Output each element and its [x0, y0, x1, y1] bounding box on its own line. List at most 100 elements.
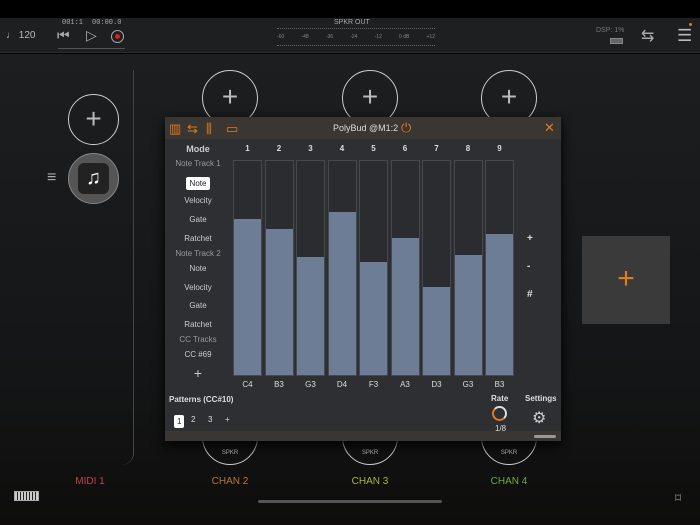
step-note: B3: [274, 380, 284, 389]
mode-item[interactable]: Velocity: [165, 283, 231, 292]
drag-handle-icon[interactable]: ≡: [47, 169, 56, 187]
meter-scale-label: -24: [350, 34, 358, 40]
add-instrument-button[interactable]: +: [68, 94, 119, 145]
step-note: G3: [462, 380, 474, 389]
bookmark-icon[interactable]: ⌑: [675, 491, 681, 505]
meter-scale-label: -36: [325, 34, 334, 40]
channel-label-chan2[interactable]: CHAN 2: [190, 476, 270, 487]
settings-gear-icon[interactable]: ⚙: [532, 408, 546, 428]
pattern-button[interactable]: 1: [174, 415, 185, 428]
step-number: 4: [339, 144, 345, 153]
mixer-icon[interactable]: ⫼: [206, 121, 212, 137]
mode-item[interactable]: Note: [186, 177, 210, 190]
routing-icon[interactable]: ⇆: [641, 26, 654, 46]
record-icon: [114, 33, 120, 39]
piano-icon[interactable]: ▥: [169, 121, 181, 137]
step-number: 2: [276, 144, 282, 153]
mode-section-header: Note Track 2: [175, 249, 221, 258]
mode-item[interactable]: CC #69: [165, 350, 231, 359]
mode-item[interactable]: Gate: [165, 215, 231, 224]
mode-section-header: CC Tracks: [179, 335, 217, 344]
rate-label: Rate: [491, 394, 509, 403]
step-number: 3: [308, 144, 313, 153]
step-note: D3: [431, 380, 442, 389]
step-slider[interactable]: [264, 160, 294, 376]
mode-item[interactable]: Ratchet: [165, 320, 231, 329]
step-number: 8: [465, 144, 471, 153]
mode-section-header: Note Track 1: [175, 159, 221, 168]
step-slider[interactable]: [453, 160, 483, 376]
meter-scale-label: -60: [277, 34, 285, 40]
step-number: 7: [434, 144, 439, 153]
plugin-header: ▥ ⇆ ⫼ ▭ PolyBud @M1:2 ⏻ ✕: [165, 117, 561, 139]
mode-heading: Mode: [186, 144, 210, 154]
step-number: 5: [371, 144, 376, 153]
step-slider[interactable]: [359, 160, 388, 376]
plugin-footer: [165, 431, 561, 441]
step-slider[interactable]: [485, 160, 514, 376]
step-slider[interactable]: [422, 160, 451, 376]
mode-item[interactable]: Velocity: [165, 196, 231, 205]
step-slider[interactable]: [390, 160, 420, 376]
step-note: C4: [242, 380, 253, 389]
pattern-button[interactable]: 3: [208, 415, 212, 424]
keyboard-icon[interactable]: [14, 491, 39, 501]
record-button[interactable]: [111, 30, 124, 43]
step-value-fill: [265, 229, 293, 375]
routing-icon[interactable]: ⇆: [187, 121, 198, 137]
step-number: 1: [245, 144, 250, 153]
mode-item[interactable]: Note: [165, 264, 231, 273]
channel-label-midi1[interactable]: MIDI 1: [50, 476, 130, 487]
step-slider[interactable]: [296, 160, 325, 376]
step-value-fill: [297, 257, 324, 375]
output-meter: -60 -48 -36 -24 -12 0 dB +12: [277, 28, 435, 46]
resize-handle[interactable]: [534, 435, 556, 438]
rewind-icon[interactable]: ⏮: [57, 27, 70, 44]
side-button[interactable]: #: [527, 289, 533, 300]
meter-scale-label: -48: [301, 34, 309, 40]
music-note-icon: ♫: [78, 163, 109, 194]
meter-scale-label: 0 dB: [399, 34, 410, 40]
step-value-fill: [328, 212, 356, 375]
step-number: 6: [402, 144, 408, 153]
step-note: D4: [336, 380, 348, 389]
pattern-button[interactable]: +: [225, 415, 230, 424]
step-value-fill: [486, 233, 513, 375]
rate-knob[interactable]: [492, 406, 507, 421]
close-icon[interactable]: ✕: [544, 120, 555, 136]
meter-scale-label: -12: [374, 34, 382, 40]
step-note: A3: [400, 380, 410, 389]
meter-scale-label: +12: [426, 34, 435, 40]
side-button[interactable]: -: [527, 261, 530, 272]
polybud-plugin-button[interactable]: ♫: [68, 153, 119, 204]
add-track-button[interactable]: +: [165, 365, 231, 381]
step-note: F3: [368, 380, 379, 389]
menu-icon[interactable]: ☰: [677, 26, 692, 46]
pattern-button[interactable]: 2: [191, 415, 195, 424]
meter-scale: -60 -48 -36 -24 -12 0 dB +12: [277, 29, 435, 40]
plugin-title: PolyBud @M1:2: [333, 123, 399, 133]
step-value-fill: [423, 287, 450, 375]
add-channel-button[interactable]: +: [582, 236, 670, 324]
notification-dot: [689, 23, 692, 26]
plugin-window: ▥ ⇆ ⫼ ▭ PolyBud @M1:2 ⏻ ✕ Mode Note Trac…: [165, 117, 561, 441]
step-slider[interactable]: [327, 160, 357, 376]
step-slider[interactable]: [233, 160, 262, 376]
tempo[interactable]: ♩ 120: [6, 30, 35, 41]
play-icon[interactable]: ▷: [86, 27, 97, 44]
meter-title: SPKR OUT: [334, 19, 370, 26]
settings-label: Settings: [525, 394, 557, 403]
power-icon[interactable]: ⏻: [401, 120, 411, 136]
folder-icon[interactable]: ▭: [226, 121, 238, 137]
horizontal-scrollbar[interactable]: [258, 500, 442, 503]
step-value-fill: [234, 218, 261, 375]
transport-bar: ♩ 120 001:1 00:00.0 ⏮ ▷ SPKR OUT -60 -48-…: [0, 18, 700, 53]
channel-label-chan4[interactable]: CHAN 4: [469, 476, 549, 487]
step-value-fill: [391, 238, 419, 375]
step-number: 9: [497, 144, 502, 153]
side-button[interactable]: +: [527, 233, 533, 244]
mode-item[interactable]: Ratchet: [165, 234, 231, 243]
time-readout: 00:00.0: [92, 19, 122, 27]
mode-item[interactable]: Gate: [165, 301, 231, 310]
channel-label-chan3[interactable]: CHAN 3: [330, 476, 410, 487]
